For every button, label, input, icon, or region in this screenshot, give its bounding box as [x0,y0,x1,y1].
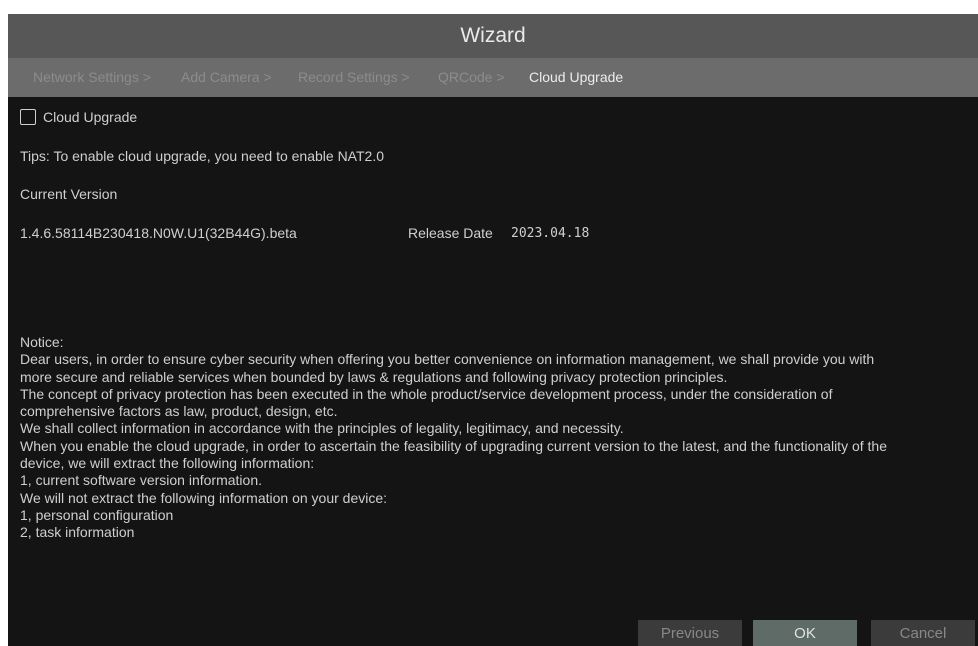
previous-button[interactable]: Previous [638,620,742,646]
tips-text: Tips: To enable cloud upgrade, you need … [20,148,384,164]
release-date-value: 2023.04.18 [511,226,590,241]
step-network-settings[interactable]: Network Settings > [33,58,151,97]
step-add-camera[interactable]: Add Camera > [181,58,272,97]
cloud-upgrade-checkbox-label[interactable]: Cloud Upgrade [43,109,137,125]
notice-line: 2, task information [20,524,135,541]
notice-line: Dear users, in order to ensure cyber sec… [20,351,875,368]
window-title: Wizard [8,14,978,59]
notice-line: Notice: [20,334,64,350]
version-value: 1.4.6.58114B230418.N0W.U1(32B44G).beta [20,225,297,241]
notice-line: 1, personal configuration [20,506,174,523]
notice-line: device, we will extract the following in… [20,455,315,472]
wizard-steps: Network Settings > Add Camera > Record S… [8,58,978,97]
notice-line: When you enable the cloud upgrade, in or… [20,437,887,454]
release-date-label: Release Date [408,225,493,241]
notice-line: comprehensive factors as law, product, d… [20,403,338,420]
notice-line: We will not extract the following inform… [20,489,388,506]
notice-line: The concept of privacy protection has be… [20,385,833,402]
step-cloud-upgrade[interactable]: Cloud Upgrade [529,58,623,97]
notice-line: 1, current software version information. [20,472,262,489]
cancel-button[interactable]: Cancel [871,620,975,646]
notice-line: more secure and reliable services when b… [20,368,728,385]
cloud-upgrade-checkbox[interactable] [20,109,36,125]
step-record-settings[interactable]: Record Settings > [298,58,410,97]
notice-line: We shall collect information in accordan… [20,420,624,437]
ok-button[interactable]: OK [753,620,857,646]
privacy-notice: Notice: Dear users, in order to ensure c… [20,334,970,542]
step-qrcode[interactable]: QRCode > [438,58,505,97]
wizard-dialog: Wizard Network Settings > Add Camera > R… [8,14,978,646]
current-version-label: Current Version [20,186,118,202]
